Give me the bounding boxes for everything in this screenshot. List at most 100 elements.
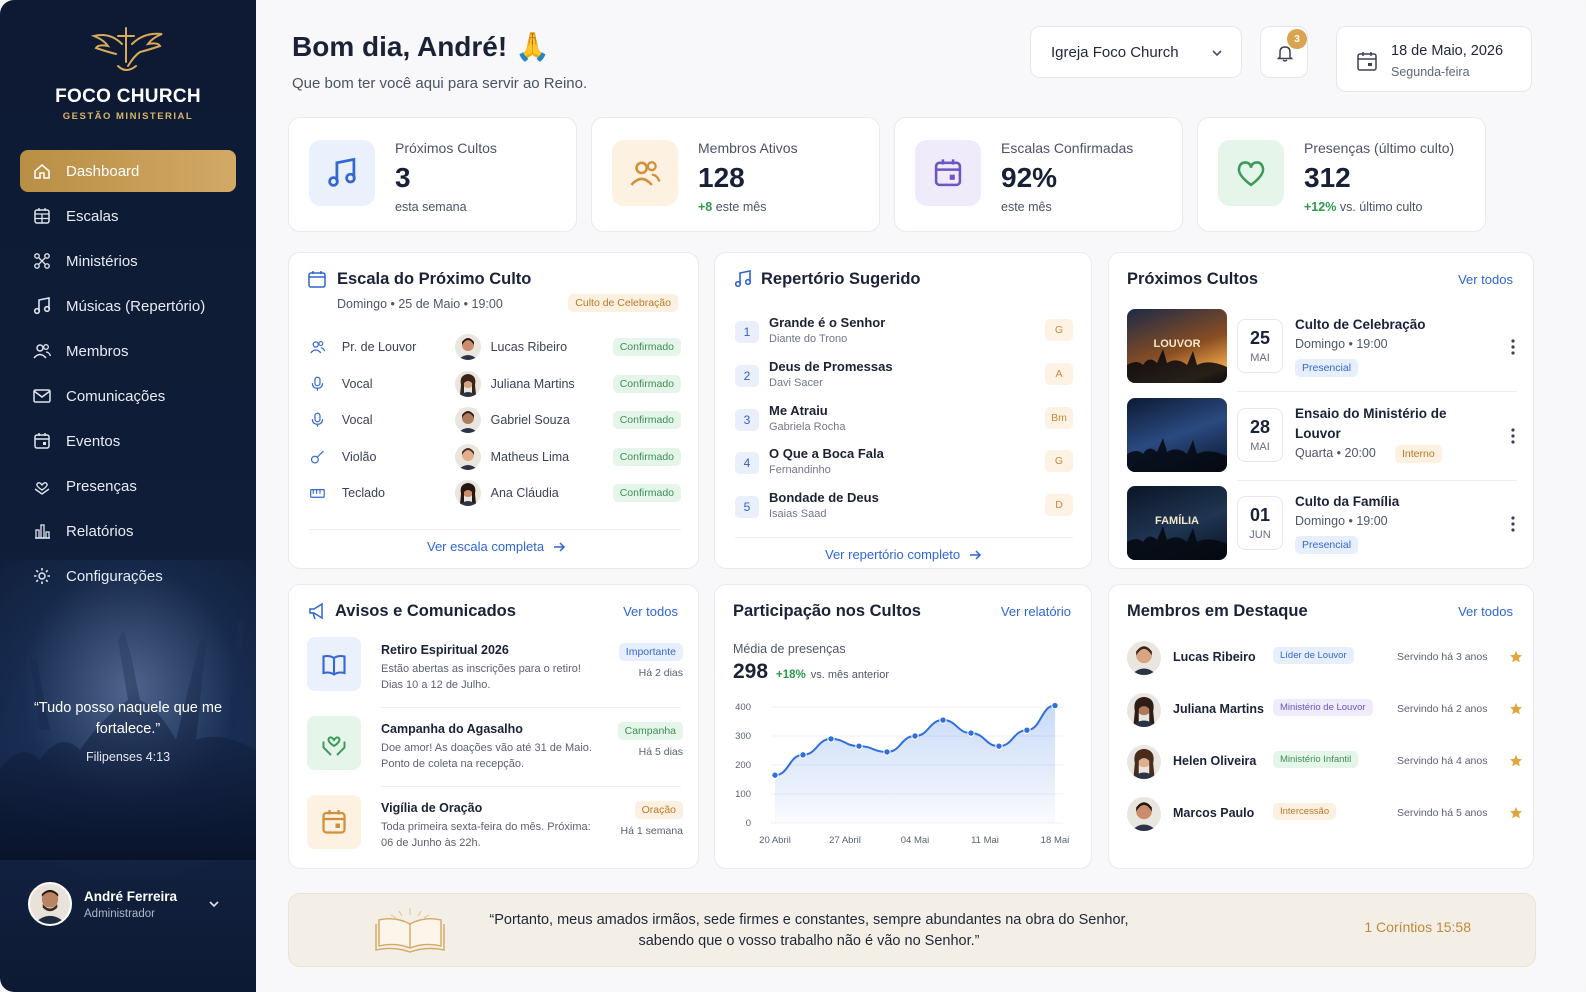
sidebar-item-escalas[interactable]: Escalas bbox=[20, 195, 236, 237]
sidebar-item-label: Eventos bbox=[66, 432, 121, 450]
song-item[interactable]: 5 Bondade de Deus Isaias Saad D bbox=[735, 490, 1077, 528]
sidebar-item-configuracoes[interactable]: Configurações bbox=[20, 555, 236, 597]
user-menu[interactable]: André Ferreira Administrador bbox=[28, 882, 238, 926]
brand-subtitle: GESTÃO MINISTERIAL bbox=[62, 111, 194, 122]
event-type-badge: Presencial bbox=[1295, 536, 1359, 554]
schedule-row[interactable]: Teclado Ana Cláudia Confirmado bbox=[309, 475, 681, 511]
event-when: Domingo • 19:00 bbox=[1295, 514, 1388, 528]
notice-item[interactable]: Retiro Espiritual 2026 Estão abertas as i… bbox=[307, 637, 683, 709]
event-image: FAMÍLIA bbox=[1127, 486, 1227, 560]
sidebar-item-presencas[interactable]: Presenças bbox=[20, 465, 236, 507]
keyboard-icon bbox=[310, 489, 325, 499]
song-artist: Davi Sacer bbox=[769, 376, 823, 389]
users-icon bbox=[630, 161, 661, 186]
event-image-caption: LOUVOR bbox=[1153, 338, 1200, 350]
member-item[interactable]: Lucas Ribeiro Líder de Louvor Servindo há … bbox=[1127, 639, 1522, 679]
stat-card[interactable]: Escalas Confirmadas 92% este mês bbox=[894, 117, 1183, 232]
sidebar-item-membros[interactable]: Membros bbox=[20, 330, 236, 372]
average-delta: +18% bbox=[776, 669, 806, 681]
notice-title: Vigília de Oração bbox=[381, 801, 483, 815]
song-item[interactable]: 2 Deus de Promessas Davi Sacer A bbox=[735, 359, 1077, 397]
event-item[interactable]: 28 MAI Ensaio do Ministério de Louvor Quart… bbox=[1127, 398, 1519, 476]
user-role: Administrador bbox=[84, 907, 155, 920]
event-item[interactable]: LOUVOR 25 MAI Culto de Celebração Domingo • … bbox=[1127, 309, 1519, 387]
upcoming-title: Próximos Cultos bbox=[1127, 270, 1259, 288]
stat-value: 3 bbox=[395, 162, 411, 193]
y-tick-label: 300 bbox=[735, 731, 751, 742]
sidebar-item-relatorios[interactable]: Relatórios bbox=[20, 510, 236, 552]
participation-report-link[interactable]: Ver relatório bbox=[1001, 604, 1071, 619]
full-schedule-link[interactable]: Ver escala completa bbox=[427, 539, 566, 554]
verse-reference: 1 Coríntios 15:58 bbox=[1364, 919, 1471, 935]
stat-card[interactable]: Membros Ativos 128 +8 este mês bbox=[591, 117, 880, 232]
member-item[interactable]: Marcos Paulo Intercessão Servindo há 5 ano… bbox=[1127, 795, 1522, 835]
notice-item[interactable]: Vigília de Oração Toda primeira sexta-fei… bbox=[307, 795, 683, 867]
schedule-role: Pr. de Louvor bbox=[341, 340, 417, 354]
data-point bbox=[967, 729, 975, 737]
schedule-row[interactable]: Pr. de Louvor Lucas Ribeiro Confirmado bbox=[309, 329, 681, 365]
more-vertical-icon[interactable] bbox=[1511, 428, 1515, 444]
calendar-icon bbox=[934, 159, 962, 187]
song-item[interactable]: 1 Grande é o Senhor Diante do Trono G bbox=[735, 315, 1077, 353]
gear-icon bbox=[34, 568, 50, 584]
song-item[interactable]: 4 O Que a Boca Fala Fernandinho G bbox=[735, 446, 1077, 484]
stat-delta: +12% bbox=[1304, 200, 1337, 214]
avatar bbox=[1127, 745, 1161, 779]
event-item[interactable]: FAMÍLIA 01 JUN Culto da Família Domingo • 19… bbox=[1127, 486, 1519, 564]
more-vertical-icon[interactable] bbox=[1511, 339, 1515, 355]
stat-period: esta semana bbox=[395, 200, 467, 214]
mail-icon bbox=[33, 389, 51, 403]
song-key-badge: A bbox=[1045, 362, 1073, 385]
schedule-row[interactable]: Vocal Gabriel Souza Confirmado bbox=[309, 402, 681, 438]
church-select[interactable]: Igreja Foco Church bbox=[1030, 26, 1242, 78]
notice-tag: Importante bbox=[618, 643, 683, 661]
notice-icon-wrap bbox=[307, 795, 361, 849]
event-day: 01 bbox=[1249, 505, 1271, 525]
chevron-down-icon[interactable] bbox=[208, 898, 220, 910]
y-tick-label: 100 bbox=[735, 789, 751, 800]
next-service-schedule-card: Escala do Próximo Culto Domingo • 25 de … bbox=[288, 252, 699, 569]
member-item[interactable]: Helen Oliveira Ministério Infantil Servind… bbox=[1127, 743, 1522, 783]
sidebar-item-label: Membros bbox=[66, 342, 129, 360]
notices-see-all-link[interactable]: Ver todos bbox=[623, 604, 678, 619]
star-icon bbox=[1510, 651, 1522, 663]
avatar bbox=[454, 370, 481, 397]
megaphone-icon bbox=[309, 602, 323, 620]
notices-card: Avisos e Comunicados Ver todos Retiro Es… bbox=[288, 584, 699, 869]
upcoming-services-card: Próximos Cultos Ver todos LOUVOR 25 MAI Cul… bbox=[1108, 252, 1534, 569]
status-badge: Confirmado bbox=[612, 338, 681, 356]
verse-text: “Portanto, meus amados irmãos, sede firm… bbox=[489, 912, 1129, 949]
greeting: Bom dia, André! 🙏 Que bom ter você aqui … bbox=[292, 30, 587, 92]
sidebar-item-musicas[interactable]: Músicas (Repertório) bbox=[20, 285, 236, 327]
sidebar-item-dashboard[interactable]: Dashboard bbox=[20, 150, 236, 192]
full-repertoire-link[interactable]: Ver repertório completo bbox=[825, 547, 982, 562]
data-point bbox=[799, 751, 807, 759]
sidebar-item-eventos[interactable]: Eventos bbox=[20, 420, 236, 462]
data-point bbox=[911, 732, 919, 740]
sidebar-item-label: Músicas (Repertório) bbox=[66, 297, 206, 315]
song-number: 4 bbox=[735, 452, 759, 475]
schedule-row[interactable]: Vocal Juliana Martins Confirmado bbox=[309, 366, 681, 402]
data-point bbox=[1023, 726, 1031, 734]
notifications-button[interactable]: 3 bbox=[1260, 26, 1308, 78]
notice-item[interactable]: Campanha do Agasalho Doe amor! As doações… bbox=[307, 716, 683, 788]
stat-card[interactable]: Presenças (último culto) 312 +12% vs. últi… bbox=[1197, 117, 1486, 232]
song-key-badge: G bbox=[1045, 450, 1073, 473]
member-item[interactable]: Juliana Martins Ministério de Louvor Servi… bbox=[1127, 691, 1522, 731]
x-tick-label: 18 Mai bbox=[1041, 835, 1070, 846]
members-see-all-link[interactable]: Ver todos bbox=[1458, 604, 1513, 619]
song-item[interactable]: 3 Me Atraiu Gabriela Rocha Bm bbox=[735, 403, 1077, 441]
brand-logo[interactable]: FOCO CHURCH GESTÃO MINISTERIAL bbox=[0, 22, 256, 122]
song-number: 2 bbox=[735, 364, 759, 387]
sidebar-item-comunicacoes[interactable]: Comunicações bbox=[20, 375, 236, 417]
quote-reference: Filipenses 4:13 bbox=[85, 750, 171, 764]
stat-card[interactable]: Próximos Cultos 3 esta semana bbox=[288, 117, 577, 232]
chevron-down-icon bbox=[1212, 50, 1222, 57]
more-vertical-icon[interactable] bbox=[1511, 516, 1515, 532]
sidebar-item-label: Ministérios bbox=[66, 252, 138, 270]
schedule-row[interactable]: Violão Matheus Lima Confirmado bbox=[309, 439, 681, 475]
member-since: Servindo há 2 anos bbox=[1397, 703, 1488, 715]
sidebar-item-ministerios[interactable]: Ministérios bbox=[20, 240, 236, 282]
event-image-caption: FAMÍLIA bbox=[1155, 514, 1199, 527]
upcoming-see-all-link[interactable]: Ver todos bbox=[1458, 272, 1513, 287]
